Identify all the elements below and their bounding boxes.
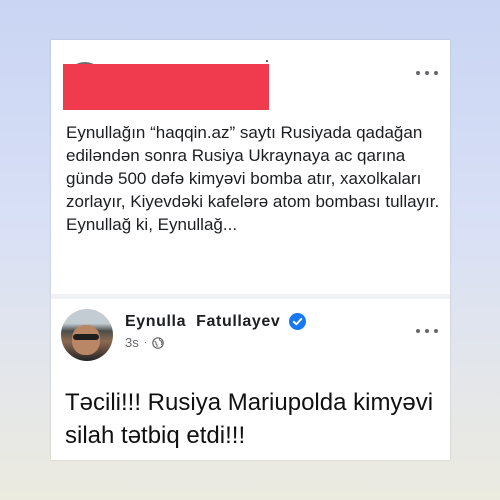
author-name[interactable]: Eynulla Fatullayev xyxy=(125,313,280,331)
main-post: Eynulla Fatullayev 3s · Təcili!!! Rusiya… xyxy=(51,299,450,460)
more-horizontal-icon[interactable] xyxy=(416,68,438,78)
post-meta: 3s · xyxy=(125,335,164,350)
dot xyxy=(266,60,268,62)
verified-badge-icon xyxy=(289,313,306,330)
globe-icon xyxy=(152,336,164,349)
more-horizontal-icon[interactable] xyxy=(416,326,438,336)
redaction-bar xyxy=(63,64,269,96)
screenshot-card: Eynullağın “haqqin.az” saytı Rusiyada qa… xyxy=(51,40,450,460)
post-text: Eynullağın “haqqin.az” saytı Rusiyada qa… xyxy=(66,123,440,234)
quoted-post: Eynullağın “haqqin.az” saytı Rusiyada qa… xyxy=(51,40,450,294)
timestamp[interactable]: 3s xyxy=(125,335,139,350)
avatar[interactable] xyxy=(61,309,113,361)
separator: · xyxy=(143,337,148,348)
redaction-bar xyxy=(63,93,269,110)
post-text: Təcili!!! Rusiya Mariupolda kimyəvi sila… xyxy=(65,389,434,449)
